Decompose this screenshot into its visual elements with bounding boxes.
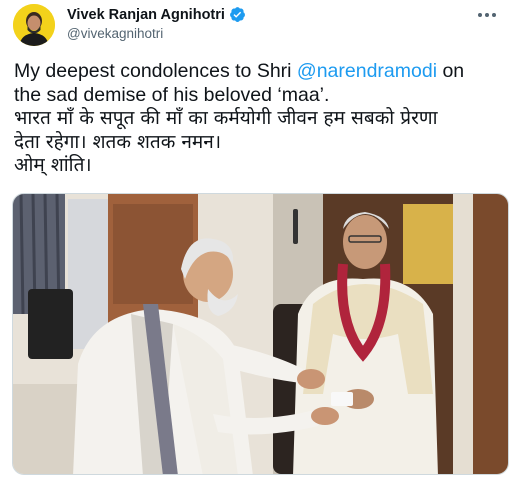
mention-link[interactable]: @narendramodi	[297, 60, 437, 82]
tweet-header: Vivek Ranjan Agnihotri @vivekagnihotri	[0, 0, 512, 56]
avatar-portrait-icon	[13, 4, 55, 46]
photo-icon	[13, 194, 508, 474]
tweet-line-4: देता रहेगा। शतक शतक नमन।	[14, 130, 222, 153]
tweet-line-5: ओम् शांति।	[14, 154, 92, 176]
author-name[interactable]: Vivek Ranjan Agnihotri	[67, 7, 225, 23]
tweet-line-3: भारत माँ के सपूत की माँ का कर्मयोगी जीवन…	[14, 107, 438, 129]
tweet-text-segment: My deepest condolences to Shri	[14, 60, 297, 82]
verified-badge-icon	[229, 7, 245, 22]
author-handle[interactable]: @vivekagnihotri	[67, 26, 163, 41]
tweet-line-2: the sad demise of his beloved ‘maa’.	[14, 83, 330, 106]
tweet-text-segment: on	[437, 60, 465, 82]
tweet-photo[interactable]	[12, 193, 509, 475]
more-options-icon[interactable]	[476, 8, 498, 22]
avatar[interactable]	[13, 4, 55, 46]
tweet-line-1: My deepest condolences to Shri @narendra…	[14, 60, 504, 84]
tweet-text: My deepest condolences to Shri @narendra…	[14, 60, 504, 178]
